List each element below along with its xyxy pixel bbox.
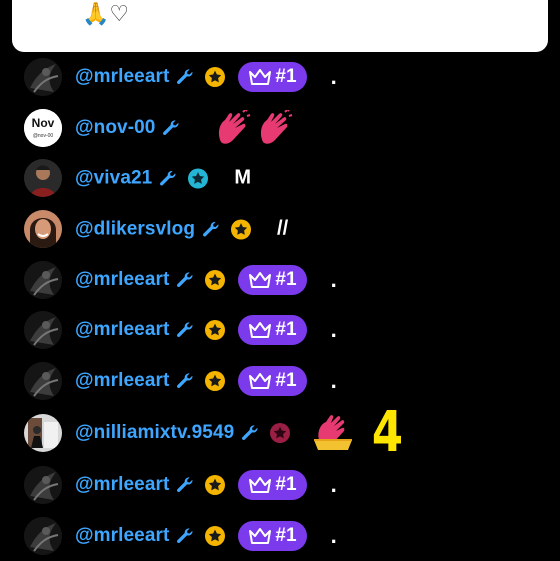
wrench-icon: [177, 272, 193, 287]
dark-sketch-avatar-icon: [24, 311, 62, 350]
avatar[interactable]: [24, 466, 62, 505]
username[interactable]: @viva21: [75, 167, 152, 189]
rank-label: #1: [275, 474, 297, 496]
crown-icon: [249, 322, 272, 339]
chat-message[interactable]: @mrleeart #1 .: [0, 305, 560, 356]
message-text: .: [330, 367, 337, 393]
smiling-portrait-avatar-icon: [24, 210, 62, 249]
gold-star-badge-icon: [205, 526, 226, 547]
username[interactable]: @mrleeart: [75, 525, 169, 547]
gold-star-badge-icon: [205, 269, 226, 290]
username[interactable]: @mrleeart: [75, 319, 169, 341]
rank-label: #1: [275, 66, 297, 88]
dark-sketch-avatar-icon: [24, 260, 62, 299]
chat-message[interactable]: @mrleeart #1 .: [0, 511, 560, 561]
username[interactable]: @mrleeart: [75, 269, 169, 291]
gold-star-badge-icon: [205, 320, 226, 341]
wrench-icon: [177, 373, 193, 388]
dark-sketch-avatar-icon: [24, 466, 62, 505]
rank-label: #1: [275, 268, 297, 290]
teal-star-badge-icon: [188, 168, 209, 189]
message-text: .: [330, 472, 337, 498]
message-text: .: [330, 266, 337, 292]
chat-message[interactable]: @mrleeart #1 .: [0, 254, 560, 305]
chat-message[interactable]: @nilliamixtv.9549 4: [0, 400, 560, 466]
avatar[interactable]: [24, 311, 62, 350]
pinned-emoji: 🙏♡: [82, 2, 130, 27]
avatar[interactable]: [24, 260, 62, 299]
gold-star-badge-icon: [231, 219, 252, 240]
chat-feed[interactable]: @mrleeart #1 . Nov @nov-00 @nov-00 @viva…: [0, 52, 560, 561]
username[interactable]: @mrleeart: [75, 474, 169, 496]
avatar-text: Nov: [32, 116, 55, 130]
chat-message[interactable]: @mrleeart #1 .: [0, 356, 560, 407]
avatar[interactable]: [24, 159, 62, 198]
message-text: M: [234, 166, 252, 189]
chat-message[interactable]: @dlikersvlog //: [0, 204, 560, 255]
rank-label: #1: [275, 369, 297, 391]
username[interactable]: @mrleeart: [75, 66, 169, 88]
wrench-icon: [160, 170, 176, 186]
portrait-avatar-icon: [24, 159, 62, 198]
wrench-icon: [177, 322, 193, 338]
message-text: //: [277, 217, 289, 240]
wrench-icon: [177, 528, 193, 544]
rank-badge: #1: [238, 365, 307, 396]
dark-sketch-avatar-icon: [24, 58, 62, 97]
gold-star-badge-icon: [205, 67, 226, 88]
gold-star-badge-icon: [205, 475, 226, 496]
clap-emoji-group: [213, 109, 293, 146]
crown-icon: [249, 69, 272, 86]
wrench-icon: [163, 120, 179, 135]
wrench-icon: [203, 221, 219, 237]
avatar[interactable]: [24, 414, 62, 453]
pinned-message-card: 🙏♡: [12, 0, 548, 52]
gold-star-badge-icon: [205, 370, 226, 391]
avatar[interactable]: [24, 517, 62, 556]
wrench-icon: [177, 69, 193, 85]
wrench-icon: [242, 425, 258, 441]
avatar[interactable]: [24, 58, 62, 97]
avatar[interactable]: [24, 210, 62, 249]
username[interactable]: @nilliamixtv.9549: [75, 422, 234, 444]
message-text: .: [330, 523, 337, 549]
room-photo-avatar-icon: [24, 414, 62, 453]
crown-icon: [249, 271, 272, 288]
rank-label: #1: [275, 525, 297, 547]
chat-message[interactable]: Nov @nov-00 @nov-00: [0, 103, 560, 154]
avatar-subtext: @nov-00: [33, 133, 54, 139]
maroon-star-badge-icon: [270, 423, 291, 444]
nov-logo-avatar-icon: Nov @nov-00: [24, 108, 62, 147]
message-text: .: [330, 317, 337, 343]
crown-icon: [249, 477, 272, 494]
rank-badge: #1: [238, 521, 307, 552]
dark-sketch-avatar-icon: [24, 517, 62, 556]
username[interactable]: @nov-00: [75, 117, 155, 139]
crown-icon: [249, 372, 272, 389]
chat-message[interactable]: @mrleeart #1 .: [0, 52, 560, 103]
rank-label: #1: [275, 319, 297, 341]
rank-badge: #1: [238, 470, 307, 501]
chat-message[interactable]: @mrleeart #1 .: [0, 460, 560, 511]
username[interactable]: @dlikersvlog: [75, 218, 195, 240]
wrench-icon: [177, 477, 193, 493]
avatar[interactable]: [24, 361, 62, 400]
rank-badge: #1: [238, 62, 307, 93]
crown-icon: [249, 528, 272, 545]
avatar[interactable]: Nov @nov-00: [24, 108, 62, 147]
clap-bucket-icon: [314, 415, 353, 451]
clap-icon: [261, 109, 293, 144]
rank-badge: #1: [238, 315, 307, 346]
chat-message[interactable]: @viva21 M: [0, 153, 560, 204]
dark-sketch-avatar-icon: [24, 361, 62, 400]
rank-badge: #1: [238, 264, 307, 295]
message-text: .: [330, 64, 337, 90]
handwritten-number: 4: [372, 400, 404, 466]
username[interactable]: @mrleeart: [75, 370, 169, 392]
clap-icon: [219, 109, 251, 144]
